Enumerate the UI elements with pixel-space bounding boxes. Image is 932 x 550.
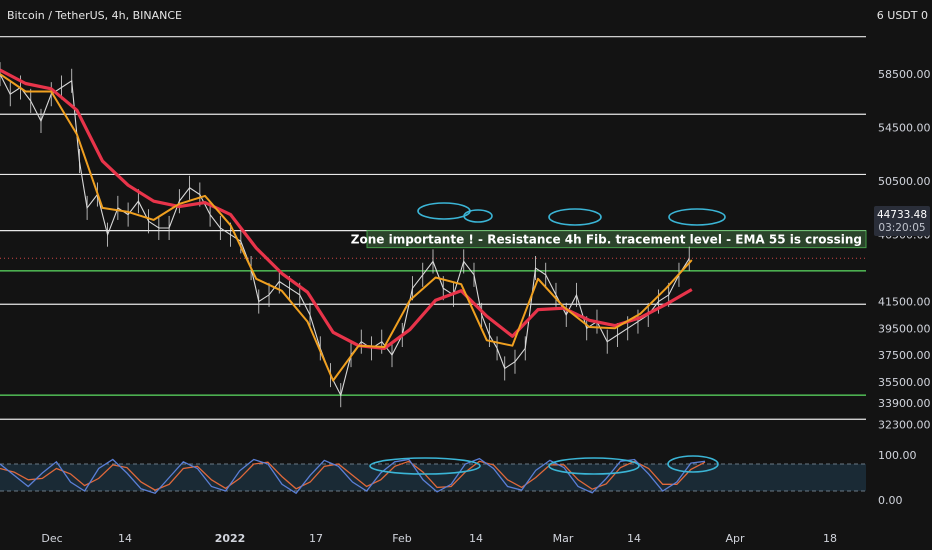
x-tick-label: 18 bbox=[823, 532, 837, 545]
y-tick-label: 41500.00 bbox=[878, 296, 931, 309]
horizontal-levels bbox=[0, 36, 866, 420]
x-tick-label: Mar bbox=[553, 532, 574, 545]
y-tick-label: 58500.00 bbox=[878, 68, 931, 81]
annotation-text: Zone importante ! - Resistance 4h Fib. t… bbox=[351, 233, 862, 247]
symbol-title: Bitcoin / TetherUS, 4h, BINANCE bbox=[7, 9, 183, 22]
time-axis: Dec 14 2022 17 Feb 14 Mar 14 Apr 18 bbox=[41, 532, 837, 545]
x-tick-label: Feb bbox=[392, 532, 411, 545]
circle-marker-0 bbox=[417, 202, 471, 220]
y-tick-label: 37500.00 bbox=[878, 349, 931, 362]
ema-series bbox=[0, 68, 693, 382]
quote-currency: 6 USDT 0 bbox=[876, 9, 928, 22]
y-tick-label: 33900.00 bbox=[878, 397, 931, 410]
y-tick-label: 54500.00 bbox=[878, 122, 931, 135]
last-price-tag: 44733.48 03:20:05 bbox=[874, 206, 930, 236]
y-tick-label: 50500.00 bbox=[878, 175, 931, 188]
x-tick-label: Dec bbox=[41, 532, 62, 545]
circle-marker-1 bbox=[463, 209, 493, 223]
x-tick-label: 14 bbox=[469, 532, 483, 545]
price-axis: 58500.0054500.0050500.0046500.0041500.00… bbox=[878, 68, 931, 431]
ema-fast-line bbox=[0, 73, 693, 382]
x-tick-label: Apr bbox=[725, 532, 745, 545]
stoch-rsi-panel: 100.00 0.00 bbox=[0, 449, 917, 507]
last-price-label: 44733.48 bbox=[877, 209, 927, 221]
chart-canvas[interactable]: Zone importante ! - Resistance 4h Fib. t… bbox=[0, 0, 932, 550]
x-tick-label: 14 bbox=[118, 532, 132, 545]
x-tick-label: 17 bbox=[309, 532, 323, 545]
stoch-band bbox=[0, 464, 866, 491]
countdown-label: 03:20:05 bbox=[878, 222, 925, 234]
y-tick-label: 35500.00 bbox=[878, 376, 931, 389]
circle-marker-3 bbox=[668, 208, 726, 226]
stoch-tick-label: 0.00 bbox=[878, 494, 903, 507]
y-tick-label: 39500.00 bbox=[878, 322, 931, 335]
y-tick-label: 32300.00 bbox=[878, 419, 931, 432]
circle-marker-2 bbox=[548, 208, 602, 226]
annotation-circles bbox=[417, 202, 726, 226]
x-tick-label: 14 bbox=[627, 532, 641, 545]
stoch-tick-label: 100.00 bbox=[878, 449, 917, 462]
x-tick-label: 2022 bbox=[215, 532, 246, 545]
